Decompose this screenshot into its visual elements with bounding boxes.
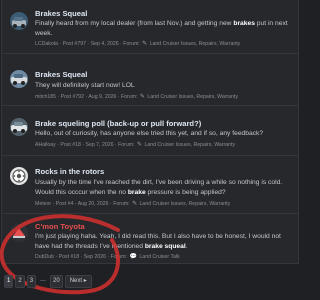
result-forum[interactable]: Land Cruiser Issues, Repairs, Warranty [150, 41, 241, 47]
pagination: 1 2 3 … 20 Next ▸ [4, 275, 92, 288]
search-result: Brakes Squeal Finally heard from my loca… [2, 0, 298, 52]
result-date: Sep 7, 2026 [85, 142, 114, 148]
result-author[interactable]: AHalloay [35, 142, 56, 148]
result-snippet: Usually by the time I've reached the dir… [35, 179, 283, 196]
avatar[interactable] [10, 12, 28, 30]
result-title[interactable]: Brakes Squeal [35, 70, 87, 79]
search-result: C'mon Toyota I'm just playing haha. Yeah… [2, 216, 298, 263]
result-author[interactable]: LCDakota [35, 41, 58, 47]
page-3-button[interactable]: 3 [26, 275, 37, 288]
result-meta: AHalloay · Post #18 · Sep 7, 2026 · Foru… [35, 142, 236, 148]
result-title[interactable]: Rocks in the rotors [35, 167, 104, 176]
result-post-number: Post #797 [62, 41, 87, 47]
result-title[interactable]: Brakes Squeal [35, 9, 87, 18]
page-20-button[interactable]: 20 [50, 275, 63, 288]
search-results-panel: Brakes Squeal Finally heard from my loca… [1, 0, 299, 264]
result-forum[interactable]: Land Cruiser Issues, Repairs, Warranty [144, 142, 235, 148]
avatar[interactable] [10, 118, 28, 136]
divider [2, 213, 298, 214]
result-meta: Meteor · Post #4 · Aug 20, 2026 · Forum:… [35, 201, 231, 207]
page-2-button[interactable]: 2 [15, 275, 25, 288]
avatar[interactable] [10, 224, 28, 242]
pencil-icon: ✎ [139, 94, 145, 100]
result-forum[interactable]: Land Cruiser Issues, Repairs, Warranty [147, 94, 238, 100]
result-author[interactable]: DubDub [35, 254, 54, 260]
page-1-button[interactable]: 1 [4, 275, 14, 288]
result-meta: LCDakota · Post #797 · Sep 4, 2026 · For… [35, 41, 241, 47]
result-snippet: Hello, out of curiosity, has anyone else… [35, 130, 264, 137]
chat-icon: 💬 [129, 254, 137, 260]
result-post-number: Post #18 [58, 254, 80, 260]
result-post-number: Post #18 [60, 142, 81, 148]
result-date: Sep 2026 [83, 254, 106, 260]
search-result: Brakes Squeal They will definitely start… [2, 62, 298, 114]
page-ellipsis: … [40, 277, 47, 283]
result-meta: DubDub · Post #18 · Sep 2026 · Forum: 💬 … [35, 254, 180, 260]
divider [2, 105, 298, 106]
result-forum[interactable]: Land Cruiser Issues, Repairs, Warranty [140, 201, 231, 207]
pencil-icon: ✎ [136, 142, 142, 148]
result-title[interactable]: Brake squeling poll (back-up or pull for… [35, 119, 201, 128]
result-snippet: They will definitely start now! LOL [35, 82, 135, 89]
result-author[interactable]: mitch185 [35, 94, 56, 100]
result-date: Sep 4, 2026 [90, 41, 119, 47]
result-date: Aug 20, 2026 [77, 201, 109, 207]
result-snippet: Finally heard from my local dealer (from… [35, 20, 288, 37]
result-author[interactable]: Meteor [35, 201, 51, 207]
result-meta: mitch185 · Post #792 · Aug 9, 2026 · For… [35, 94, 238, 100]
pencil-icon: ✎ [142, 41, 148, 47]
pencil-icon: ✎ [132, 201, 138, 207]
search-result: Rocks in the rotors Usually by the time … [2, 159, 298, 211]
divider [2, 53, 298, 54]
avatar[interactable] [10, 167, 28, 185]
result-snippet: I'm just playing haha. Yeah, I did read … [35, 233, 281, 250]
result-forum[interactable]: Land Cruiser Talk [139, 254, 179, 260]
avatar[interactable] [10, 70, 28, 88]
result-post-number: Post #792 [60, 94, 85, 100]
next-page-button[interactable]: Next ▸ [64, 275, 92, 288]
result-title[interactable]: C'mon Toyota [35, 222, 85, 231]
result-post-number: Post #4 [55, 201, 74, 207]
result-date: Aug 9, 2026 [88, 94, 117, 100]
divider [2, 155, 298, 156]
